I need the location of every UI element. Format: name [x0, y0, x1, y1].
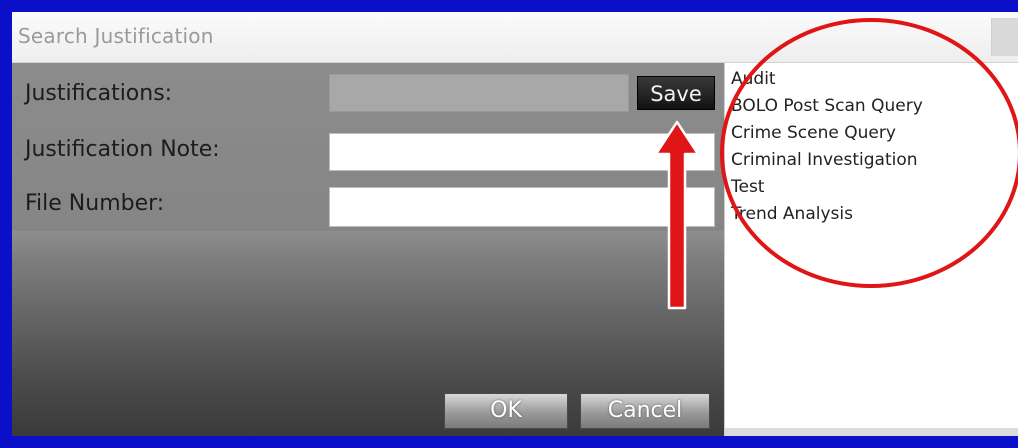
file-number-field[interactable]	[329, 187, 715, 227]
ok-button[interactable]: OK	[444, 393, 568, 429]
desktop-background: Search Justification Justifications: Sav…	[0, 0, 1018, 448]
justification-note-field[interactable]	[329, 133, 715, 171]
list-item[interactable]: BOLO Post Scan Query	[731, 96, 923, 116]
save-button[interactable]: Save	[637, 76, 715, 110]
list-item[interactable]: Test	[731, 177, 764, 197]
justifications-label: Justifications:	[25, 81, 173, 106]
dialog-title: Search Justification	[18, 24, 214, 48]
justification-list: Audit BOLO Post Scan Query Crime Scene Q…	[724, 63, 1018, 436]
dialog-titlebar[interactable]: Search Justification	[12, 12, 1018, 63]
list-item[interactable]: Crime Scene Query	[731, 123, 896, 143]
list-item[interactable]: Trend Analysis	[731, 204, 853, 224]
file-number-label: File Number:	[25, 191, 165, 216]
cancel-button[interactable]: Cancel	[580, 393, 710, 429]
search-justification-dialog: Search Justification Justifications: Sav…	[12, 12, 1018, 436]
form-panel: Justifications: Save Justification Note:…	[12, 63, 724, 436]
list-item[interactable]: Criminal Investigation	[731, 150, 918, 170]
list-scrollbar-track[interactable]	[725, 428, 1018, 436]
justification-note-label: Justification Note:	[25, 137, 220, 162]
justifications-field[interactable]	[329, 74, 629, 112]
close-button[interactable]	[991, 18, 1018, 56]
list-item[interactable]: Audit	[731, 69, 776, 89]
